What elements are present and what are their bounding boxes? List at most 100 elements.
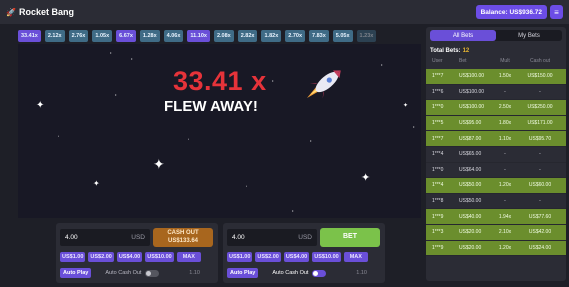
table-row: 1***9 US$40.00 1.94x US$77.60 <box>426 209 566 225</box>
table-row: 1***6 US$100.00 - - <box>426 85 566 101</box>
app-title-text: Rocket Bang <box>18 7 74 17</box>
cell-mult: 1.10x <box>498 135 512 142</box>
cell-user: 1***7 <box>432 73 444 80</box>
bet-panel-2: 4.00 USD BET US$1.00 US$2.00 US$4.00 US$… <box>223 223 385 283</box>
star-icon: • <box>110 50 112 55</box>
multiplier-chip: 33.41x <box>18 30 41 42</box>
cell-cash: US$150.00 <box>527 73 553 80</box>
bet-button-label: BET <box>343 233 357 241</box>
bets-tabs: All Bets My Bets <box>430 30 562 41</box>
auto-cash-out-label: Auto Cash Out <box>105 270 142 276</box>
cash-out-amount: US$133.64 <box>167 237 199 244</box>
table-row: 1***7 US$87.00 1.10x US$95.70 <box>426 131 566 147</box>
multiplier-chip: 2.12x <box>44 30 65 42</box>
table-row: 1***7 US$100.00 1.50x US$150.00 <box>426 69 566 85</box>
max-button[interactable]: MAX <box>176 252 201 262</box>
multiplier-chip: 7.83x <box>309 30 329 42</box>
max-button[interactable]: MAX <box>343 252 368 262</box>
table-row: 1***4 US$65.00 - - <box>426 147 566 163</box>
crash-multiplier: 33.41 x <box>173 66 267 96</box>
cell-cash: US$95.70 <box>528 135 552 142</box>
quick-amount-button[interactable]: US$1.00 <box>227 252 253 262</box>
star-icon: • <box>115 92 117 97</box>
top-bar: 🚀 Rocket Bang Balance: US$936.72 ≡ <box>0 0 569 24</box>
cell-user: 1***9 <box>432 244 444 251</box>
cash-out-label: CASH OUT <box>167 230 199 237</box>
multiplier-history: 33.41x 2.12x 2.76x 1.05x 6.67x 1.28x 4.06x 11.1… <box>18 30 421 42</box>
table-row: 1***3 US$20.00 2.10x US$42.00 <box>426 224 566 241</box>
cell-bet: US$100.00 <box>459 104 485 111</box>
bet-button[interactable]: BET <box>320 228 380 247</box>
cell-bet: US$65.00 <box>459 151 482 158</box>
cell-user: 1***9 <box>432 213 444 220</box>
multiplier-chip: 4.06x <box>163 30 184 42</box>
cell-bet: US$50.00 <box>459 182 482 189</box>
multiplier-chip: 2.82x <box>237 30 258 42</box>
cell-cash: - <box>539 166 541 173</box>
bets-table-body: 1***7 US$100.00 1.50x US$150.00 1***6 US$100.… <box>426 69 566 257</box>
cell-mult: 2.10x <box>498 229 512 236</box>
cell-mult: 1.94x <box>498 213 512 220</box>
table-row: 1***0 US$100.00 2.50x US$250.00 <box>426 100 566 116</box>
auto-row-1: Auto Play Auto Cash Out 1.10 <box>60 268 214 278</box>
tab-my-bets[interactable]: My Bets <box>496 30 562 41</box>
auto-cash-out-toggle[interactable] <box>145 269 160 277</box>
cell-user: 1***0 <box>432 166 444 173</box>
star-icon: ✦ <box>36 100 45 111</box>
cell-bet: US$95.00 <box>459 120 482 127</box>
auto-play-button[interactable]: Auto Play <box>227 268 259 278</box>
quick-amount-button[interactable]: US$4.00 <box>116 252 143 262</box>
multiplier-chip: 1.23x <box>356 30 377 42</box>
cell-cash: US$250.00 <box>527 104 553 111</box>
star-icon: • <box>272 78 274 83</box>
tab-all-bets[interactable]: All Bets <box>430 30 496 41</box>
star-icon: • <box>413 124 415 129</box>
quick-amount-button[interactable]: US$4.00 <box>283 252 310 262</box>
cell-cash: US$24.00 <box>528 244 552 251</box>
table-row: 1***8 US$50.00 - - <box>426 194 566 210</box>
quick-amount-button[interactable]: US$2.00 <box>255 252 281 262</box>
quick-amount-button[interactable]: US$10.00 <box>312 252 341 262</box>
star-icon: ✦ <box>361 172 371 184</box>
cell-bet: US$100.00 <box>459 73 485 80</box>
cell-user: 1***4 <box>432 182 444 189</box>
star-icon: • <box>131 56 133 61</box>
menu-icon[interactable]: ≡ <box>550 5 563 19</box>
cell-cash: - <box>539 88 541 95</box>
cell-user: 1***8 <box>432 198 444 205</box>
game-canvas: ✦ ✦ ✦ ✦ ✦ • • • • • • • • • • • 33.41 x … <box>18 44 421 218</box>
total-bets: Total Bets: 12 <box>430 48 469 54</box>
quick-amount-button[interactable]: US$10.00 <box>145 252 174 262</box>
bet-panel-1: 4.00 USD CASH OUT US$133.64 US$1.00 US$2… <box>56 223 218 283</box>
star-icon: ✦ <box>403 103 409 109</box>
bet-amount-value: 4.00 <box>65 234 78 241</box>
flew-away-text: FLEW AWAY! <box>164 98 258 115</box>
multiplier-chip: 11.10x <box>187 30 210 42</box>
column-header: Mult <box>500 58 510 64</box>
quick-amounts-1: US$1.00 US$2.00 US$4.00 US$10.00 MAX <box>60 252 201 262</box>
multiplier-chip: 6.67x <box>116 30 136 42</box>
bet-amount-input-1[interactable]: 4.00 USD <box>60 229 150 246</box>
cell-bet: US$50.00 <box>459 198 482 205</box>
bet-amount-input-2[interactable]: 4.00 USD <box>227 229 317 246</box>
column-header: User <box>432 58 443 64</box>
star-icon: • <box>381 62 383 67</box>
cell-bet: US$20.00 <box>459 229 482 236</box>
cell-mult: - <box>504 151 506 158</box>
quick-amount-button[interactable]: US$1.00 <box>60 252 86 262</box>
cell-cash: US$171.00 <box>527 120 553 127</box>
multiplier-chip: 2.76x <box>68 30 89 42</box>
bet-amount-value: 4.00 <box>232 234 245 241</box>
star-icon: ✦ <box>153 156 165 172</box>
auto-cash-out-toggle[interactable] <box>312 269 327 277</box>
multiplier-chip: 2.08x <box>213 30 234 42</box>
cell-bet: US$87.00 <box>459 135 482 142</box>
auto-cash-out-value[interactable]: 1.10 <box>189 270 200 276</box>
quick-amount-button[interactable]: US$2.00 <box>88 252 114 262</box>
auto-play-button[interactable]: Auto Play <box>60 268 92 278</box>
auto-cash-out-value[interactable]: 1.10 <box>356 270 367 276</box>
cash-out-button[interactable]: CASH OUT US$133.64 <box>153 228 213 247</box>
star-icon: • <box>310 138 312 143</box>
star-icon: • <box>188 137 190 141</box>
total-bets-label: Total Bets: <box>430 48 461 54</box>
